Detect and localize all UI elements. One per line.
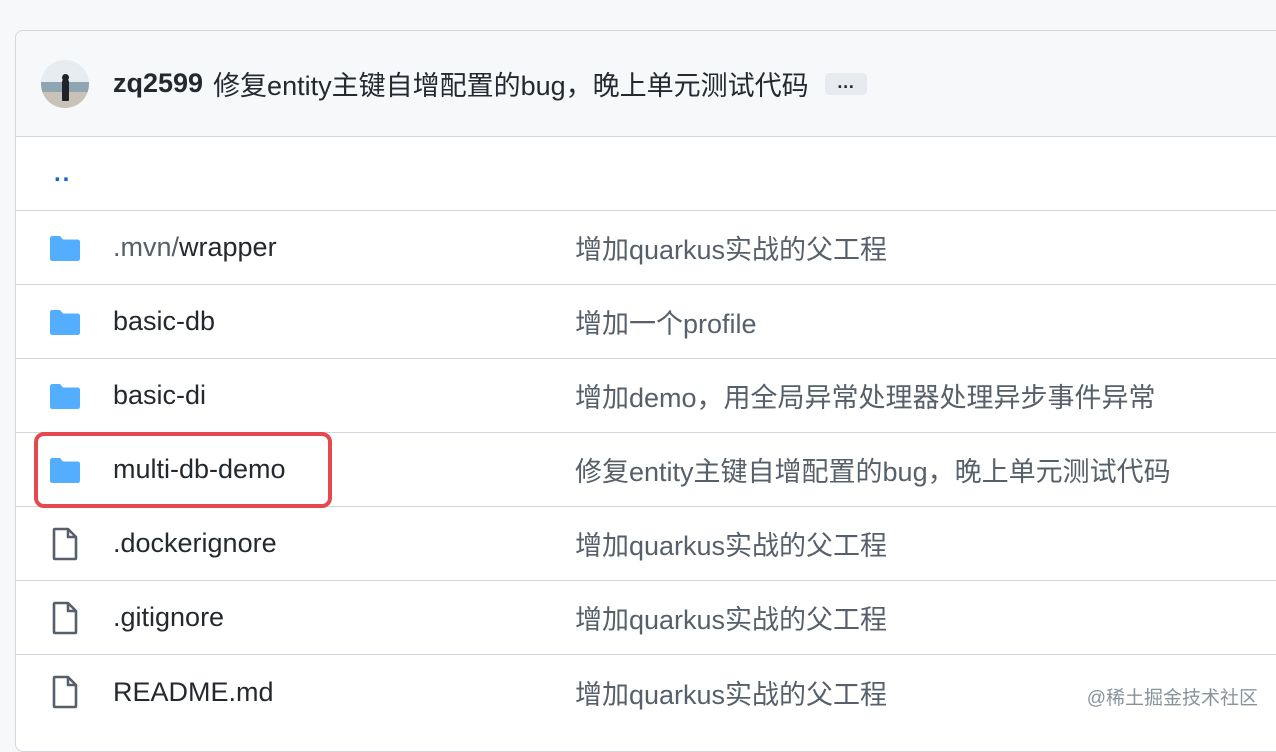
file-icon [47, 526, 83, 562]
commit-author[interactable]: zq2599 [113, 68, 203, 99]
file-name-link[interactable]: .gitignore [113, 602, 224, 633]
highlight-box [34, 432, 332, 508]
file-name-text[interactable]: .dockerignore [113, 528, 277, 558]
file-row[interactable]: basic-db 增加一个profile [16, 285, 1276, 359]
folder-icon [47, 230, 83, 266]
parent-directory-link[interactable]: .. [54, 160, 71, 188]
file-name-text[interactable]: README.md [113, 677, 274, 707]
file-row[interactable]: .dockerignore 增加quarkus实战的父工程 [16, 507, 1276, 581]
expand-commit-button[interactable]: … [824, 72, 867, 95]
avatar[interactable] [41, 59, 89, 108]
file-name-text[interactable]: basic-di [113, 380, 206, 410]
file-row[interactable]: .gitignore 增加quarkus实战的父工程 [16, 581, 1276, 655]
commit-message-link[interactable]: 修复entity主键自增配置的bug，晚上单元测试代码 [575, 450, 1171, 489]
file-browser: zq2599 修复entity主键自增配置的bug，晚上单元测试代码 … .. … [15, 30, 1276, 752]
watermark: @稀土掘金技术社区 [1086, 688, 1258, 709]
commit-message[interactable]: 修复entity主键自增配置的bug，晚上单元测试代码 [213, 64, 809, 103]
commit-message-link[interactable]: 增加quarkus实战的父工程 [575, 598, 887, 637]
file-name-link[interactable]: basic-di [113, 380, 206, 411]
commit-message-link[interactable]: 增加demo，用全局异常处理器处理异步事件异常 [575, 376, 1156, 415]
commit-message-link[interactable]: 增加quarkus实战的父工程 [575, 673, 887, 712]
folder-icon [47, 378, 83, 414]
file-name-link[interactable]: .mvn/wrapper [113, 232, 277, 263]
parent-directory-row[interactable]: .. [16, 137, 1276, 211]
commit-message-link[interactable]: 增加quarkus实战的父工程 [575, 228, 887, 267]
file-row[interactable]: basic-di 增加demo，用全局异常处理器处理异步事件异常 [16, 359, 1276, 433]
file-name-text[interactable]: wrapper [179, 232, 277, 262]
file-name-link[interactable]: README.md [113, 677, 274, 708]
file-icon [47, 600, 83, 636]
latest-commit-bar: zq2599 修复entity主键自增配置的bug，晚上单元测试代码 … [16, 31, 1276, 137]
file-row[interactable]: .mvn/wrapper 增加quarkus实战的父工程 [16, 211, 1276, 285]
folder-icon [47, 304, 83, 340]
file-name-link[interactable]: .dockerignore [113, 528, 277, 559]
commit-message-link[interactable]: 增加一个profile [575, 302, 757, 341]
file-name-path-prefix[interactable]: .mvn/ [113, 232, 179, 262]
file-name-link[interactable]: basic-db [113, 306, 215, 337]
file-name-text[interactable]: basic-db [113, 306, 215, 336]
file-icon [47, 674, 83, 710]
commit-message-link[interactable]: 增加quarkus实战的父工程 [575, 524, 887, 563]
file-name-text[interactable]: .gitignore [113, 602, 224, 632]
